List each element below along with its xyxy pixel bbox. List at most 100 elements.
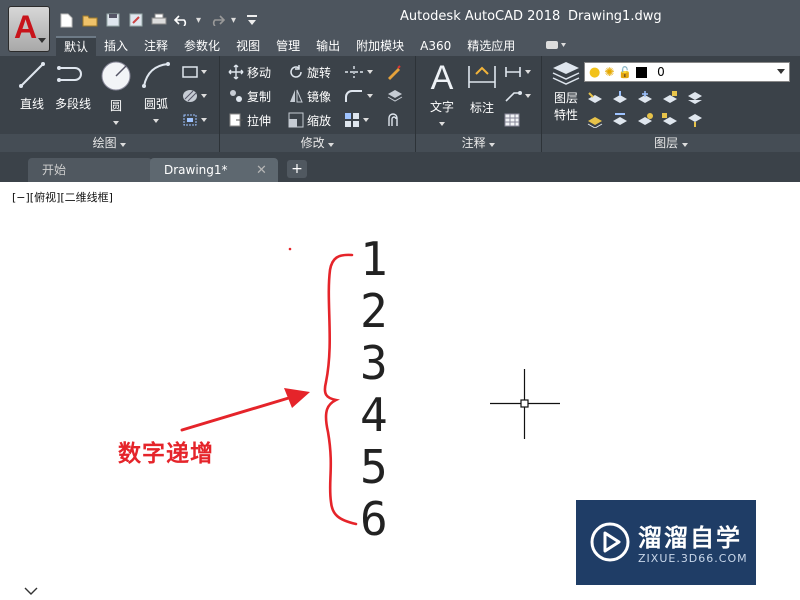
stretch-button[interactable]: 拉伸: [228, 110, 271, 130]
arc-label: 圆弧: [143, 97, 168, 111]
chevron-down-icon[interactable]: [24, 586, 38, 596]
layer-change-icon[interactable]: [686, 112, 704, 128]
array-dropdown-icon[interactable]: [363, 118, 369, 122]
stray-point: [288, 247, 292, 251]
layer-freeze-icon[interactable]: [636, 90, 654, 106]
application-title: Autodesk AutoCAD 2018: [400, 9, 561, 24]
tab-parametric[interactable]: 参数化: [176, 36, 228, 56]
fillet-button[interactable]: [344, 86, 373, 106]
customize-qat-icon[interactable]: [243, 12, 260, 28]
annotation-label: 数字递增: [118, 441, 214, 467]
erase-button[interactable]: [386, 62, 402, 82]
undo-icon[interactable]: [173, 12, 190, 28]
number-2: 2: [360, 284, 388, 338]
layer-unisolate-icon[interactable]: [611, 112, 629, 128]
modify-panel-title[interactable]: 修改: [220, 134, 415, 152]
tab-home[interactable]: 默认: [56, 36, 97, 56]
tab-addins[interactable]: 附加模块: [348, 36, 412, 56]
layer-tools-row-1: [586, 88, 704, 108]
linear-dimension-button[interactable]: [504, 62, 531, 82]
layers-panel-title-text: 图层: [654, 136, 679, 150]
ribbon-toggle-icon[interactable]: [523, 36, 575, 56]
close-icon[interactable]: ✕: [256, 163, 267, 178]
text-button[interactable]: A 文字: [420, 60, 464, 129]
tab-annotate[interactable]: 注释: [136, 36, 176, 56]
lock-icon[interactable]: 🔓: [618, 66, 632, 79]
tab-a360[interactable]: A360: [412, 36, 459, 56]
mirror-button[interactable]: 镜像: [288, 86, 331, 106]
print-icon[interactable]: [150, 12, 167, 28]
tab-view[interactable]: 视图: [228, 36, 268, 56]
play-logo-icon: [590, 522, 630, 562]
layer-match-icon[interactable]: [686, 90, 704, 106]
save-icon[interactable]: [104, 12, 121, 28]
layer-properties-button[interactable]: 图层 特性: [544, 60, 588, 123]
layer-dropdown[interactable]: ● ✺ 🔓 0: [584, 62, 790, 82]
trim-dropdown-icon[interactable]: [367, 70, 373, 74]
lightbulb-icon[interactable]: ●: [589, 65, 600, 80]
tab-output[interactable]: 输出: [308, 36, 348, 56]
circle-dropdown-icon[interactable]: [113, 121, 119, 125]
explode-button[interactable]: [386, 86, 404, 106]
rotate-button[interactable]: 旋转: [288, 62, 331, 82]
save-as-icon[interactable]: [127, 12, 144, 28]
new-file-icon[interactable]: [58, 12, 75, 28]
polyline-button[interactable]: 多段线: [52, 60, 94, 112]
modify-panel: 移动 旋转 复制 镜像 拉伸 缩放 修改: [220, 56, 416, 152]
leader-dropdown-icon[interactable]: [525, 94, 531, 98]
draw-panel-title[interactable]: 绘图: [0, 134, 219, 152]
file-tab-start[interactable]: 开始: [28, 158, 152, 182]
offset-button[interactable]: [386, 110, 404, 130]
undo-dropdown-icon[interactable]: ▾: [196, 15, 202, 26]
copy-button[interactable]: 复制: [228, 86, 271, 106]
dimension-button[interactable]: 标注: [460, 60, 504, 116]
sun-icon[interactable]: ✺: [604, 65, 614, 79]
layer-isolate-icon[interactable]: [611, 90, 629, 106]
arc-dropdown-icon[interactable]: [153, 119, 159, 123]
text-dropdown-icon[interactable]: [439, 122, 445, 126]
linear-dimension-dropdown-icon[interactable]: [525, 70, 531, 74]
boundary-dropdown-icon[interactable]: [201, 118, 207, 122]
chevron-down-icon[interactable]: [777, 69, 785, 74]
stretch-label: 拉伸: [247, 113, 272, 128]
number-5: 5: [360, 440, 388, 494]
arc-icon: [142, 62, 170, 88]
array-button[interactable]: [344, 110, 369, 130]
scale-button[interactable]: 缩放: [288, 110, 331, 130]
open-folder-icon[interactable]: [81, 12, 98, 28]
boundary-button[interactable]: [182, 110, 207, 130]
modify-panel-title-text: 修改: [300, 136, 325, 150]
arc-button[interactable]: 圆弧: [134, 60, 178, 126]
layer-on-icon[interactable]: [586, 112, 604, 128]
line-label: 直线: [19, 97, 44, 111]
fillet-dropdown-icon[interactable]: [367, 94, 373, 98]
tab-manage[interactable]: 管理: [268, 36, 308, 56]
crosshair-cursor: [490, 369, 560, 439]
move-button[interactable]: 移动: [228, 62, 271, 82]
mirror-icon: [290, 89, 303, 103]
layers-panel: 图层 特性 ● ✺ 🔓 0 图层: [542, 56, 800, 152]
tab-featured-apps[interactable]: 精选应用: [459, 36, 523, 56]
layer-lock-icon[interactable]: [661, 90, 679, 106]
redo-icon[interactable]: [208, 12, 225, 28]
layer-off-icon[interactable]: [586, 90, 604, 106]
rectangle-button[interactable]: [182, 62, 207, 82]
table-button[interactable]: [504, 110, 520, 130]
layers-panel-title[interactable]: 图层: [542, 134, 800, 152]
application-menu-button[interactable]: A: [8, 6, 50, 52]
layer-properties-label-1: 图层: [553, 91, 578, 105]
redo-dropdown-icon[interactable]: ▾: [231, 15, 237, 26]
trim-button[interactable]: [344, 62, 373, 82]
hatch-dropdown-icon[interactable]: [201, 94, 207, 98]
line-button[interactable]: 直线: [10, 60, 54, 112]
annotation-panel-title[interactable]: 注释: [416, 134, 541, 152]
circle-button[interactable]: 圆: [94, 60, 138, 128]
hatch-button[interactable]: [182, 86, 207, 106]
new-tab-button[interactable]: +: [287, 160, 307, 178]
layer-thaw-icon[interactable]: [636, 112, 654, 128]
text-label: 文字: [429, 100, 454, 114]
layer-unlock-icon[interactable]: [661, 112, 679, 128]
rectangle-dropdown-icon[interactable]: [201, 70, 207, 74]
leader-button[interactable]: [504, 86, 531, 106]
tab-insert[interactable]: 插入: [96, 36, 136, 56]
